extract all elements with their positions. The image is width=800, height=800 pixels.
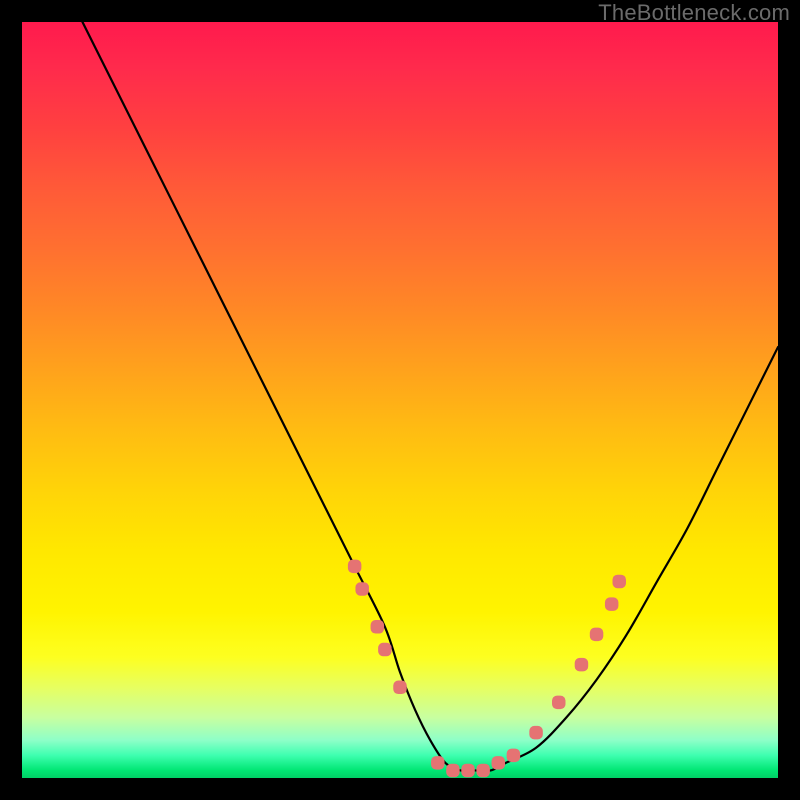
highlight-dot [492, 756, 506, 770]
highlight-dot [393, 681, 407, 695]
chart-stage: TheBottleneck.com [0, 0, 800, 800]
highlight-dot [431, 756, 445, 770]
curve-group [82, 22, 778, 777]
watermark-text: TheBottleneck.com [598, 0, 790, 26]
highlight-dot [355, 582, 369, 596]
highlight-dot [348, 560, 362, 574]
bottleneck-curve [82, 22, 778, 771]
highlight-dot [461, 764, 475, 778]
highlight-dot [552, 696, 566, 710]
highlight-dot [507, 749, 521, 763]
highlight-dot [476, 764, 490, 778]
highlight-dots [348, 560, 626, 778]
highlight-dot [575, 658, 589, 672]
plot-area [22, 22, 778, 778]
highlight-dot [590, 628, 604, 642]
highlight-dot [446, 764, 460, 778]
bottleneck-curve-svg [22, 22, 778, 778]
highlight-dot [612, 575, 626, 589]
highlight-dot [378, 643, 392, 657]
highlight-dot [529, 726, 543, 740]
highlight-dot [371, 620, 385, 634]
highlight-dot [605, 597, 619, 611]
